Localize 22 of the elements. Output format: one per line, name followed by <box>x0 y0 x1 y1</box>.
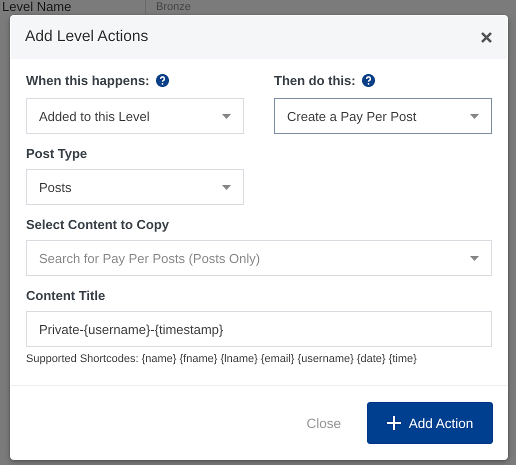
dropdown[interactable]: Posts <box>26 169 244 205</box>
caret-icon <box>222 114 231 118</box>
hint-text: Supported Shortcodes: {name} {fname} {lname} {email} {username} {date} {time} <box>26 353 418 365</box>
field-label: When this happens: <box>26 73 150 88</box>
dropdown[interactable]: Create a Pay Per Post <box>274 98 492 134</box>
field-value: Bronze <box>145 0 191 14</box>
caret-icon <box>470 114 479 118</box>
field-label: Content Title <box>26 288 106 303</box>
page-heading: Level Name <box>1 0 72 14</box>
help-icon[interactable] <box>156 74 168 87</box>
dropdown[interactable]: Added to this Level <box>26 98 244 134</box>
field-label: Then do this: <box>274 73 356 88</box>
field-label: Select Content to Copy <box>26 217 170 232</box>
dialog-title: Add Level Actions <box>25 28 148 46</box>
caret-icon <box>222 184 231 190</box>
field-label: Post Type <box>26 146 88 161</box>
plus-icon <box>386 416 401 430</box>
close-icon[interactable] <box>481 32 492 42</box>
help-icon[interactable] <box>362 74 375 87</box>
caret-icon <box>470 256 479 260</box>
input-field[interactable]: Private-{username}-{timestamp} <box>26 311 492 347</box>
add-action-button[interactable]: Add Action <box>367 402 493 444</box>
